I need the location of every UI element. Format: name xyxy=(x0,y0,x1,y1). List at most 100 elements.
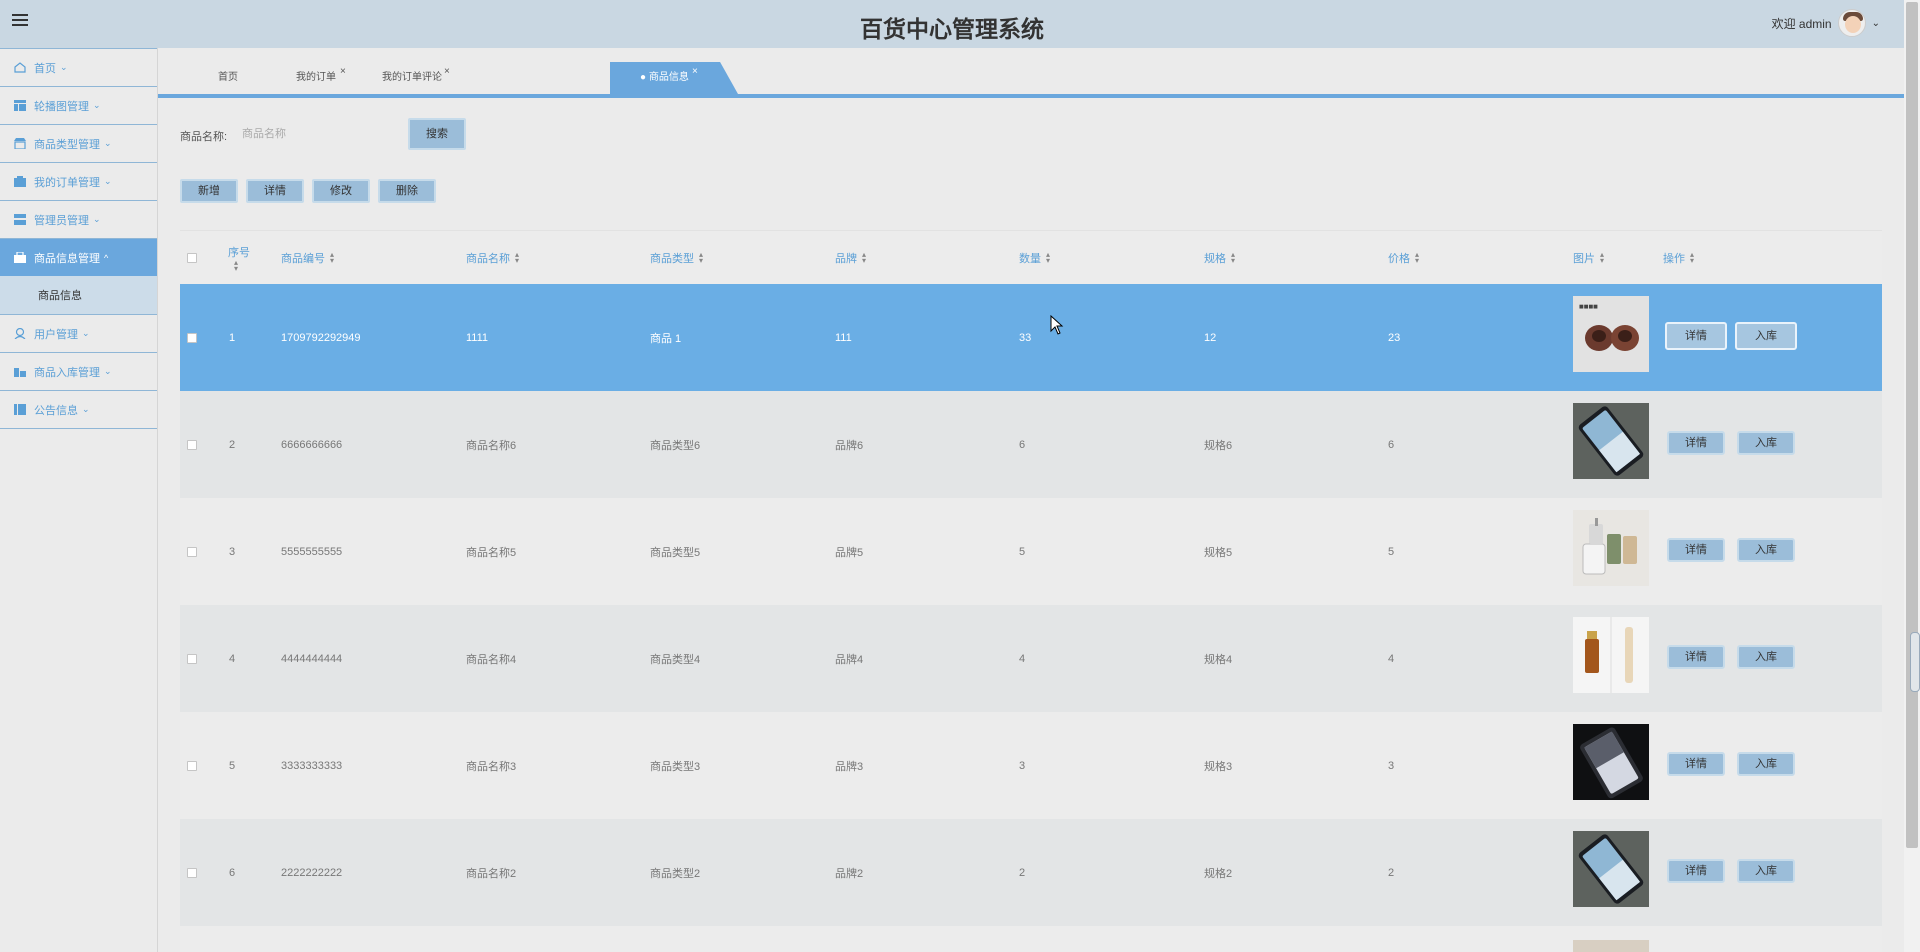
row-checkbox[interactable] xyxy=(187,391,197,498)
user-menu[interactable]: 欢迎 admin ⌄ xyxy=(1772,9,1880,37)
col-qty[interactable]: 数量 ▴ ▾ xyxy=(1019,231,1050,285)
row-checkbox[interactable] xyxy=(187,498,197,605)
tab-order-comments[interactable]: 我的订单评论 × xyxy=(382,62,450,94)
chevron-down-icon: ⌄ xyxy=(82,328,90,338)
sidebar-subitem-goods-info[interactable]: 商品信息 xyxy=(0,276,157,314)
select-all-checkbox[interactable] xyxy=(187,231,197,285)
col-actions[interactable]: 操作 ▴ ▾ xyxy=(1663,231,1694,285)
row-stock-button[interactable]: 入库 xyxy=(1735,322,1797,350)
delete-button[interactable]: 删除 xyxy=(378,179,436,203)
tab-home[interactable]: 首页 xyxy=(218,62,238,94)
col-name[interactable]: 商品名称 ▴ ▾ xyxy=(466,231,519,285)
cell-price: 6 xyxy=(1388,438,1395,451)
sidebar-item-home[interactable]: 首页 ⌄ xyxy=(0,48,157,86)
col-brand[interactable]: 品牌 ▴ ▾ xyxy=(835,231,866,285)
sidebar-item-notice[interactable]: 公告信息 ⌄ xyxy=(0,390,157,428)
table-row[interactable]: 4 4444444444 商品名称4 商品类型4 品牌4 4 规格4 4 详情 … xyxy=(180,605,1882,712)
tab-my-orders[interactable]: 我的订单 × xyxy=(296,62,346,94)
row-checkbox[interactable] xyxy=(187,712,197,819)
close-icon[interactable]: × xyxy=(444,56,450,88)
sidebar-item-orders[interactable]: 我的订单管理 ⌄ xyxy=(0,162,157,200)
col-image[interactable]: 图片 ▴ ▾ xyxy=(1573,231,1604,285)
row-checkbox[interactable] xyxy=(187,819,197,926)
row-detail-button[interactable]: 详情 xyxy=(1667,859,1725,883)
app-title: 百货中心管理系统 xyxy=(860,17,1044,43)
sidebar-item-users[interactable]: 用户管理 ⌄ xyxy=(0,314,157,352)
detail-button[interactable]: 详情 xyxy=(246,179,304,203)
table-row[interactable]: 5 3333333333 商品名称3 商品类型3 品牌3 3 规格3 3 详情 … xyxy=(180,712,1882,819)
col-index[interactable]: 序号 ▴ ▾ xyxy=(228,231,250,285)
product-image[interactable] xyxy=(1573,724,1649,800)
sort-icon[interactable]: ▴ ▾ xyxy=(862,251,866,265)
close-icon[interactable]: × xyxy=(692,62,698,88)
sort-icon[interactable]: ▴ ▾ xyxy=(699,251,703,265)
cell-brand: 品牌4 xyxy=(835,653,864,666)
product-image[interactable] xyxy=(1573,831,1649,907)
row-stock-button[interactable]: 入库 xyxy=(1737,538,1795,562)
row-stock-button[interactable]: 入库 xyxy=(1737,752,1795,776)
row-stock-button[interactable]: 入库 xyxy=(1737,431,1795,455)
user-icon xyxy=(14,328,26,339)
admin-icon xyxy=(14,214,26,225)
chevron-down-icon: ⌄ xyxy=(104,366,112,376)
chevron-up-icon: ^ xyxy=(104,252,109,263)
edit-button[interactable]: 修改 xyxy=(312,179,370,203)
sort-icon[interactable]: ▴ ▾ xyxy=(1600,251,1604,265)
col-type[interactable]: 商品类型 ▴ ▾ xyxy=(650,231,703,285)
search-button[interactable]: 搜索 xyxy=(408,118,466,150)
sort-icon[interactable]: ▴ ▾ xyxy=(1690,251,1694,265)
sidebar-item-stock[interactable]: 商品入库管理 ⌄ xyxy=(0,352,157,390)
close-icon[interactable]: × xyxy=(340,56,346,88)
product-image[interactable] xyxy=(1573,510,1649,586)
col-spec[interactable]: 规格 ▴ ▾ xyxy=(1204,231,1235,285)
col-code[interactable]: 商品编号 ▴ ▾ xyxy=(281,231,334,285)
row-detail-button[interactable]: 详情 xyxy=(1667,538,1725,562)
table-row[interactable] xyxy=(180,926,1882,952)
chevron-down-icon[interactable]: ⌄ xyxy=(1872,18,1880,29)
product-image[interactable] xyxy=(1573,617,1649,693)
sort-icon[interactable]: ▴ ▾ xyxy=(234,259,238,273)
row-detail-button[interactable]: 详情 xyxy=(1667,752,1725,776)
sidebar-item-label: 首页 xyxy=(34,62,56,75)
table-row[interactable]: 6 2222222222 商品名称2 商品类型2 品牌2 2 规格2 2 详情 … xyxy=(180,819,1882,926)
scrollbar[interactable] xyxy=(1904,0,1920,952)
sidebar-item-goods-info[interactable]: 商品信息管理 ^ xyxy=(0,238,157,276)
table-row[interactable]: 2 6666666666 商品名称6 商品类型6 品牌6 6 规格6 6 详情 … xyxy=(180,391,1882,498)
sidebar-item-goods-type[interactable]: 商品类型管理 ⌄ xyxy=(0,124,157,162)
sidebar-item-carousel[interactable]: 轮播图管理 ⌄ xyxy=(0,86,157,124)
sort-icon[interactable]: ▴ ▾ xyxy=(1046,251,1050,265)
row-stock-button[interactable]: 入库 xyxy=(1737,859,1795,883)
sort-icon[interactable]: ▴ ▾ xyxy=(330,251,334,265)
row-stock-button[interactable]: 入库 xyxy=(1737,645,1795,669)
tab-bar: 首页 我的订单 × 我的订单评论 × ● 商品信息 × xyxy=(158,62,1904,94)
svg-text:■■■■: ■■■■ xyxy=(1579,304,1598,310)
sort-icon[interactable]: ▴ ▾ xyxy=(1415,251,1419,265)
col-price[interactable]: 价格 ▴ ▾ xyxy=(1388,231,1419,285)
product-image[interactable] xyxy=(1573,403,1649,479)
sidebar-item-admins[interactable]: 管理员管理 ⌄ xyxy=(0,200,157,238)
row-checkbox[interactable] xyxy=(187,284,197,391)
cell-code: 3333333333 xyxy=(281,759,343,772)
row-detail-button[interactable]: 详情 xyxy=(1667,431,1725,455)
table-row[interactable]: 3 5555555555 商品名称5 商品类型5 品牌5 5 规格5 5 详情 … xyxy=(180,498,1882,605)
sort-icon[interactable]: ▴ ▾ xyxy=(1231,251,1235,265)
product-image[interactable] xyxy=(1573,940,1649,952)
tab-goods-info[interactable]: ● 商品信息 × xyxy=(610,62,738,94)
top-header: 百货中心管理系统 欢迎 admin ⌄ xyxy=(0,0,1920,48)
side-handle[interactable] xyxy=(1910,632,1920,692)
sort-icon[interactable]: ▴ ▾ xyxy=(515,251,519,265)
add-button[interactable]: 新增 xyxy=(180,179,238,203)
row-detail-button[interactable]: 详情 xyxy=(1667,645,1725,669)
cell-type: 商品类型4 xyxy=(650,653,701,666)
row-detail-button[interactable]: 详情 xyxy=(1665,322,1727,350)
search-input[interactable] xyxy=(242,122,392,146)
row-checkbox[interactable] xyxy=(187,605,197,712)
cell-index: 1 xyxy=(229,331,236,344)
cell-price: 5 xyxy=(1388,545,1395,558)
product-image[interactable]: ■■■■ xyxy=(1573,296,1649,372)
scrollbar-thumb[interactable] xyxy=(1906,2,1918,848)
cell-price: 3 xyxy=(1388,759,1395,772)
cell-qty: 6 xyxy=(1019,438,1026,451)
table-row[interactable]: 1 1709792292949 1111 商品 1 111 33 12 23 ■… xyxy=(180,284,1882,391)
avatar[interactable] xyxy=(1837,9,1866,37)
